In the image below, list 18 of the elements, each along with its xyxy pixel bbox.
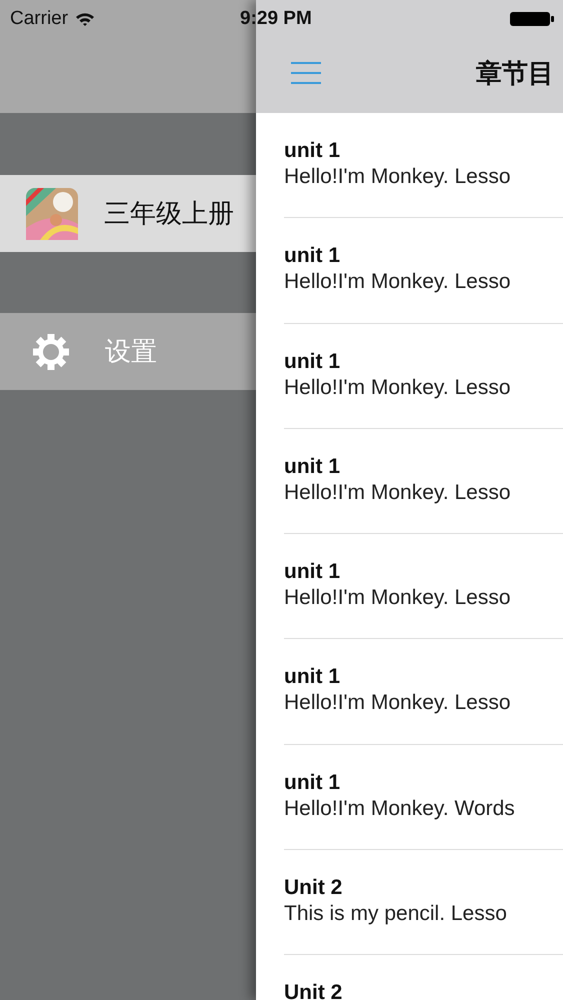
- carrier-name: Carrier: [10, 8, 68, 30]
- chapter-row[interactable]: unit 1 Hello!I'm Monkey. Words: [284, 744, 563, 850]
- status-time: 9:29 PM: [240, 8, 312, 30]
- chapter-row[interactable]: unit 1 Hello!I'm Monkey. Lesso: [284, 113, 563, 218]
- wifi-icon: [75, 12, 96, 26]
- book-cover-icon: [26, 188, 78, 240]
- chapter-row[interactable]: unit 1 Hello!I'm Monkey. Lesso: [284, 428, 563, 534]
- nav-title: 章节目: [476, 57, 554, 90]
- battery-icon: [510, 11, 554, 27]
- menu-item[interactable]: 三年级上册: [0, 175, 256, 252]
- chapter-row[interactable]: Unit 2 This is my pencil. Lesso: [284, 850, 563, 956]
- chapter-row[interactable]: unit 1 Hello!I'm Monkey. Lesso: [284, 639, 563, 745]
- chapter-row[interactable]: unit 1 Hello!I'm Monkey. Lesso: [284, 324, 563, 429]
- menu-icon[interactable]: [291, 61, 321, 85]
- settings-icon: [31, 332, 71, 372]
- chapter-row[interactable]: unit 1 Hello!I'm Monkey. Lesso: [284, 534, 563, 640]
- chapter-row[interactable]: Unit 2: [284, 955, 563, 1000]
- chapter-row[interactable]: unit 1 Hello!I'm Monkey. Lesso: [284, 218, 563, 324]
